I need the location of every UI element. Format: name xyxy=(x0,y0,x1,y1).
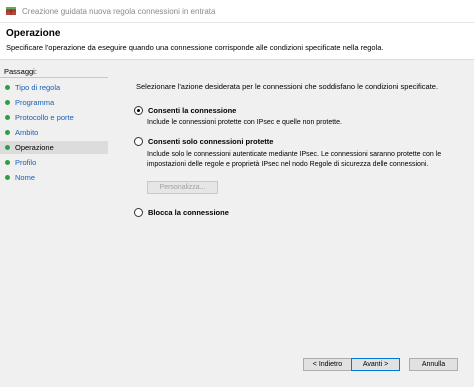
option-allow-description: Include le connessioni protette con IPse… xyxy=(147,119,342,126)
steps-label: Passaggi: xyxy=(4,67,37,76)
steps-divider xyxy=(0,77,108,78)
step-dot-icon xyxy=(5,85,10,90)
step-nome[interactable]: Nome xyxy=(0,171,108,184)
step-label: Protocollo e porte xyxy=(15,113,74,122)
intro-text: Selezionare l'azione desiderata per le c… xyxy=(136,82,439,91)
option-block-label[interactable]: Blocca la connessione xyxy=(148,208,229,217)
step-label: Operazione xyxy=(15,143,54,152)
cancel-button[interactable]: Annulla xyxy=(409,358,458,371)
step-dot-icon xyxy=(5,100,10,105)
radio-block[interactable] xyxy=(134,208,143,217)
step-label: Tipo di regola xyxy=(15,83,61,92)
radio-allow-secure[interactable] xyxy=(134,137,143,146)
option-allow-secure-label[interactable]: Consenti solo connessioni protette xyxy=(148,137,273,146)
firewall-icon xyxy=(5,5,17,17)
wizard-header: Operazione Specificare l'operazione da e… xyxy=(0,23,474,60)
window-title: Creazione guidata nuova regola connessio… xyxy=(22,6,216,16)
step-label: Programma xyxy=(15,98,55,107)
option-allow-secure[interactable]: Consenti solo connessioni protette xyxy=(134,137,273,146)
step-label: Ambito xyxy=(15,128,39,137)
title-bar: Creazione guidata nuova regola connessio… xyxy=(0,0,474,23)
page-subtitle: Specificare l'operazione da eseguire qua… xyxy=(6,43,384,52)
step-dot-icon xyxy=(5,130,10,135)
step-operazione[interactable]: Operazione xyxy=(0,141,108,154)
radio-allow[interactable] xyxy=(134,106,143,115)
step-ambito[interactable]: Ambito xyxy=(0,126,108,139)
next-button[interactable]: Avanti > xyxy=(351,358,400,371)
step-label: Nome xyxy=(15,173,36,182)
customize-button[interactable]: Personalizza... xyxy=(147,181,218,194)
back-button[interactable]: < Indietro xyxy=(303,358,352,371)
step-dot-icon xyxy=(5,175,10,180)
option-allow-secure-description: Include solo le connessioni autenticate … xyxy=(147,151,442,168)
step-programma[interactable]: Programma xyxy=(0,96,108,109)
main-panel: Selezionare l'azione desiderata per le c… xyxy=(112,64,462,384)
step-profilo[interactable]: Profilo xyxy=(0,156,108,169)
option-block[interactable]: Blocca la connessione xyxy=(134,208,229,217)
step-dot-icon xyxy=(5,115,10,120)
step-tipo-di-regola[interactable]: Tipo di regola xyxy=(0,81,108,94)
step-protocollo-e-porte[interactable]: Protocollo e porte xyxy=(0,111,108,124)
page-title: Operazione xyxy=(6,28,61,39)
steps-pane: Passaggi: Tipo di regola Programma Proto… xyxy=(0,64,108,387)
option-allow-label[interactable]: Consenti la connessione xyxy=(148,106,236,115)
step-dot-icon xyxy=(5,160,10,165)
step-dot-icon xyxy=(5,145,10,150)
option-allow[interactable]: Consenti la connessione xyxy=(134,106,236,115)
step-label: Profilo xyxy=(15,158,37,167)
